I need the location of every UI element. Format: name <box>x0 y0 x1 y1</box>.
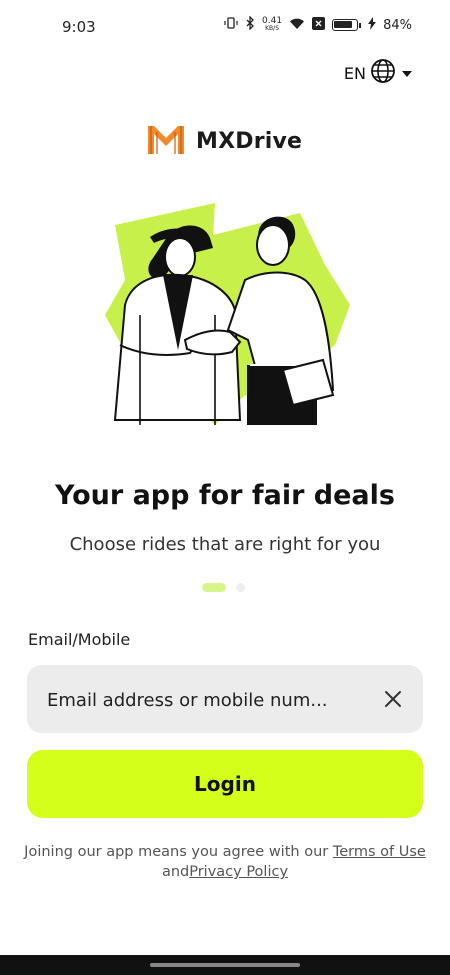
status-time: 9:03 <box>62 18 96 36</box>
terms-connector: and <box>161 864 190 880</box>
close-box-icon <box>312 16 326 34</box>
home-indicator[interactable] <box>150 963 300 967</box>
status-bar: 9:03 0.41 KB/S 84% <box>0 0 450 56</box>
battery-tip <box>359 22 362 28</box>
terms-prefix: Joining our app means you agree with our <box>24 844 333 860</box>
globe-icon <box>370 58 396 88</box>
terms-of-use-link[interactable]: Terms of Use <box>333 844 426 860</box>
bluetooth-icon <box>245 15 255 34</box>
battery-icon <box>332 19 359 31</box>
email-field-container <box>27 665 423 735</box>
terms-notice: Joining our app means you agree with our… <box>0 842 450 882</box>
brand-logo: MXDrive <box>148 124 302 158</box>
chevron-down-icon <box>400 64 414 83</box>
login-button[interactable]: Login <box>27 750 423 818</box>
carousel-dot[interactable] <box>236 583 245 592</box>
brand-name: MXDrive <box>196 128 303 154</box>
page-subtitle: Choose rides that are right for you <box>69 534 381 555</box>
language-code: EN <box>343 63 366 83</box>
page-title: Your app for fair deals <box>55 480 395 511</box>
status-icons: 0.41 KB/S 84% <box>224 15 412 34</box>
clear-icon[interactable] <box>381 687 405 711</box>
email-label: Email/Mobile <box>28 630 131 649</box>
language-selector[interactable]: EN <box>344 58 414 88</box>
carousel-dot-active[interactable] <box>202 583 226 592</box>
network-speed: 0.41 KB/S <box>262 16 283 33</box>
wifi-icon <box>289 17 305 34</box>
vibrate-icon <box>224 16 238 34</box>
charging-icon <box>368 16 377 34</box>
navigation-bar <box>0 955 450 975</box>
mxdrive-logo-icon <box>148 124 184 158</box>
hero-illustration <box>95 195 360 435</box>
battery-percent: 84% <box>383 17 412 33</box>
privacy-policy-link[interactable]: Privacy Policy <box>189 864 288 880</box>
carousel-indicator <box>202 583 245 592</box>
email-input[interactable] <box>45 665 369 735</box>
